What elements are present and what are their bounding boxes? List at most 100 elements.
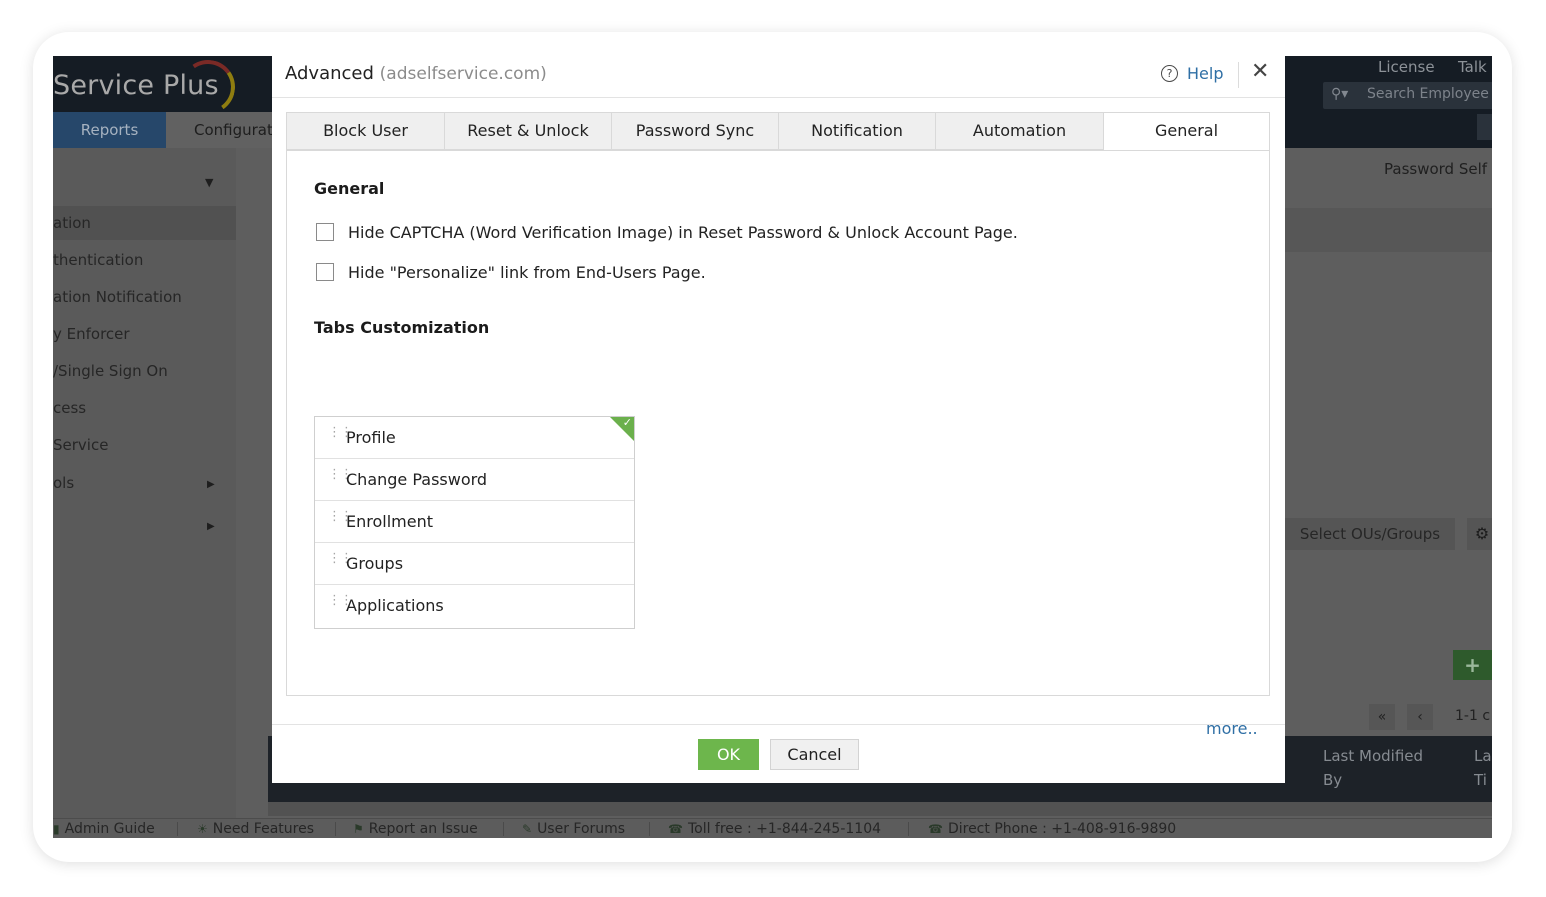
- sidebar: ▼ ation thentication ation Notification …: [53, 148, 236, 838]
- license-link[interactable]: License: [1378, 58, 1435, 76]
- select-ous-button[interactable]: Select OUs/Groups: [1285, 518, 1455, 550]
- list-item[interactable]: ⋮⋮ Groups: [315, 543, 634, 585]
- header-divider: [1238, 62, 1239, 88]
- talk-link[interactable]: Talk: [1458, 58, 1487, 76]
- dialog-tabs: Block User Reset & Unlock Password Sync …: [286, 112, 1270, 151]
- forum-icon: ✎: [522, 822, 533, 836]
- footer-divider: [503, 822, 504, 836]
- tab-item-label: Enrollment: [346, 512, 433, 531]
- tab-item-label: Groups: [346, 554, 404, 573]
- help-label: Help: [1187, 63, 1224, 83]
- admin-guide-link[interactable]: ▮ Admin Guide: [53, 821, 155, 837]
- add-policy-button[interactable]: +: [1453, 650, 1492, 680]
- list-item[interactable]: ⋮⋮ Enrollment: [315, 501, 634, 543]
- footer-separator: [272, 724, 1285, 725]
- phone-icon: ☎: [928, 822, 943, 836]
- tabs-order-list: ⋮⋮ Profile ✓ ⋮⋮ Change Password ⋮⋮ Enrol…: [314, 416, 635, 629]
- logo-arc-icon: [176, 56, 240, 119]
- need-features-label: Need Features: [212, 821, 314, 837]
- general-tab-panel: General Hide CAPTCHA (Word Verification …: [286, 150, 1270, 738]
- page-heading: Password Self: [1384, 160, 1488, 178]
- report-issue-label: Report an Issue: [368, 821, 478, 837]
- admin-guide-label: Admin Guide: [64, 821, 155, 837]
- check-icon: ✓: [622, 416, 632, 429]
- sidebar-item-4[interactable]: /Single Sign On: [53, 354, 236, 388]
- cancel-button[interactable]: Cancel: [770, 739, 859, 770]
- tab-automation[interactable]: Automation: [935, 112, 1103, 150]
- drag-handle-icon[interactable]: ⋮⋮: [328, 594, 353, 607]
- help-link[interactable]: ? Help: [1161, 62, 1223, 84]
- nav-tab-configuration[interactable]: Configurat: [166, 112, 286, 148]
- toll-free-phone: ☎ Toll free : +1-844-245-1104: [668, 821, 881, 837]
- toll-free-label: Toll free : +1-844-245-1104: [687, 821, 882, 837]
- sidebar-item-6[interactable]: Service: [53, 428, 236, 462]
- list-item[interactable]: ⋮⋮ Applications: [315, 585, 634, 627]
- header-separator: [272, 97, 1285, 98]
- advanced-settings-dialog: Advanced (adselfservice.com) ? Help ✕ Bl…: [272, 56, 1285, 783]
- direct-phone-label: Direct Phone : +1-408-916-9890: [947, 821, 1177, 837]
- hide-captcha-label[interactable]: Hide CAPTCHA (Word Verification Image) i…: [348, 223, 1018, 242]
- top-menu-button[interactable]: [1477, 114, 1492, 140]
- dialog-title-text: Advanced: [285, 63, 374, 84]
- direct-phone: ☎ Direct Phone : +1-408-916-9890: [928, 821, 1176, 837]
- user-forums-label: User Forums: [537, 821, 626, 837]
- hide-personalize-checkbox[interactable]: [316, 263, 334, 281]
- sidebar-item-2[interactable]: ation Notification: [53, 280, 236, 314]
- tabs-customization-heading: Tabs Customization: [314, 318, 490, 337]
- tab-reset-unlock[interactable]: Reset & Unlock: [444, 112, 611, 150]
- col-last-modified-by[interactable]: Last Modified By: [1323, 744, 1443, 792]
- submenu-arrow-icon: ▶: [207, 521, 215, 532]
- footer-divider: [649, 822, 650, 836]
- sidebar-item-3[interactable]: y Enforcer: [53, 317, 236, 351]
- app-window: Service Plus Reports Configurat License …: [53, 56, 1492, 838]
- general-heading: General: [314, 179, 385, 198]
- user-forums-link[interactable]: ✎ User Forums: [522, 821, 625, 837]
- dialog-domain: (adselfservice.com): [379, 64, 547, 84]
- sidebar-item-1[interactable]: thentication: [53, 243, 236, 277]
- tab-item-label: Profile: [346, 428, 396, 447]
- footer-bar: ▮ Admin Guide ☀ Need Features ⚑ Report an I…: [53, 818, 1492, 838]
- close-icon[interactable]: ✕: [1251, 59, 1269, 85]
- sidebar-dropdown-icon[interactable]: ▼: [205, 176, 213, 189]
- tab-general[interactable]: General: [1103, 112, 1270, 151]
- prev-page-icon[interactable]: ‹: [1407, 704, 1433, 730]
- help-icon: ?: [1161, 64, 1178, 82]
- more-link[interactable]: more..: [1206, 719, 1258, 738]
- pager-text: 1-1 c: [1455, 708, 1491, 724]
- tab-item-label: Change Password: [346, 470, 488, 489]
- table-row: [268, 802, 1492, 816]
- tab-block-user[interactable]: Block User: [286, 112, 444, 150]
- tab-item-label: Applications: [346, 596, 444, 615]
- gear-icon[interactable]: ⚙: [1467, 518, 1492, 550]
- hide-personalize-label[interactable]: Hide "Personalize" link from End-Users P…: [348, 263, 706, 282]
- book-icon: ▮: [53, 822, 60, 836]
- need-features-link[interactable]: ☀ Need Features: [197, 821, 314, 837]
- drag-handle-icon[interactable]: ⋮⋮: [328, 426, 353, 439]
- sidebar-item-5[interactable]: cess: [53, 391, 236, 425]
- footer-divider: [908, 822, 909, 836]
- flag-icon: ⚑: [353, 822, 364, 836]
- nav-tab-reports[interactable]: Reports: [53, 112, 166, 148]
- bulb-icon: ☀: [197, 822, 208, 836]
- sidebar-item-0[interactable]: ation: [53, 206, 236, 240]
- employee-search[interactable]: ⚲▾ Search Employee: [1323, 82, 1492, 109]
- drag-handle-icon[interactable]: ⋮⋮: [328, 552, 353, 565]
- hide-captcha-checkbox[interactable]: [316, 223, 334, 241]
- tab-notification[interactable]: Notification: [778, 112, 935, 150]
- list-item[interactable]: ⋮⋮ Change Password: [315, 459, 634, 501]
- tab-password-sync[interactable]: Password Sync: [611, 112, 778, 150]
- search-placeholder: Search Employee: [1367, 86, 1489, 102]
- search-icon: ⚲▾: [1331, 86, 1349, 102]
- drag-handle-icon[interactable]: ⋮⋮: [328, 510, 353, 523]
- filter-band: [1285, 208, 1492, 252]
- phone-icon: ☎: [668, 822, 683, 836]
- ok-button[interactable]: OK: [698, 739, 759, 770]
- list-item[interactable]: ⋮⋮ Profile ✓: [315, 417, 634, 459]
- drag-handle-icon[interactable]: ⋮⋮: [328, 468, 353, 481]
- col-la-ti[interactable]: La Ti: [1474, 744, 1492, 792]
- report-issue-link[interactable]: ⚑ Report an Issue: [353, 821, 478, 837]
- footer-divider: [177, 822, 178, 836]
- footer-divider: [335, 822, 336, 836]
- first-page-icon[interactable]: «: [1369, 704, 1395, 730]
- submenu-arrow-icon: ▶: [207, 479, 215, 490]
